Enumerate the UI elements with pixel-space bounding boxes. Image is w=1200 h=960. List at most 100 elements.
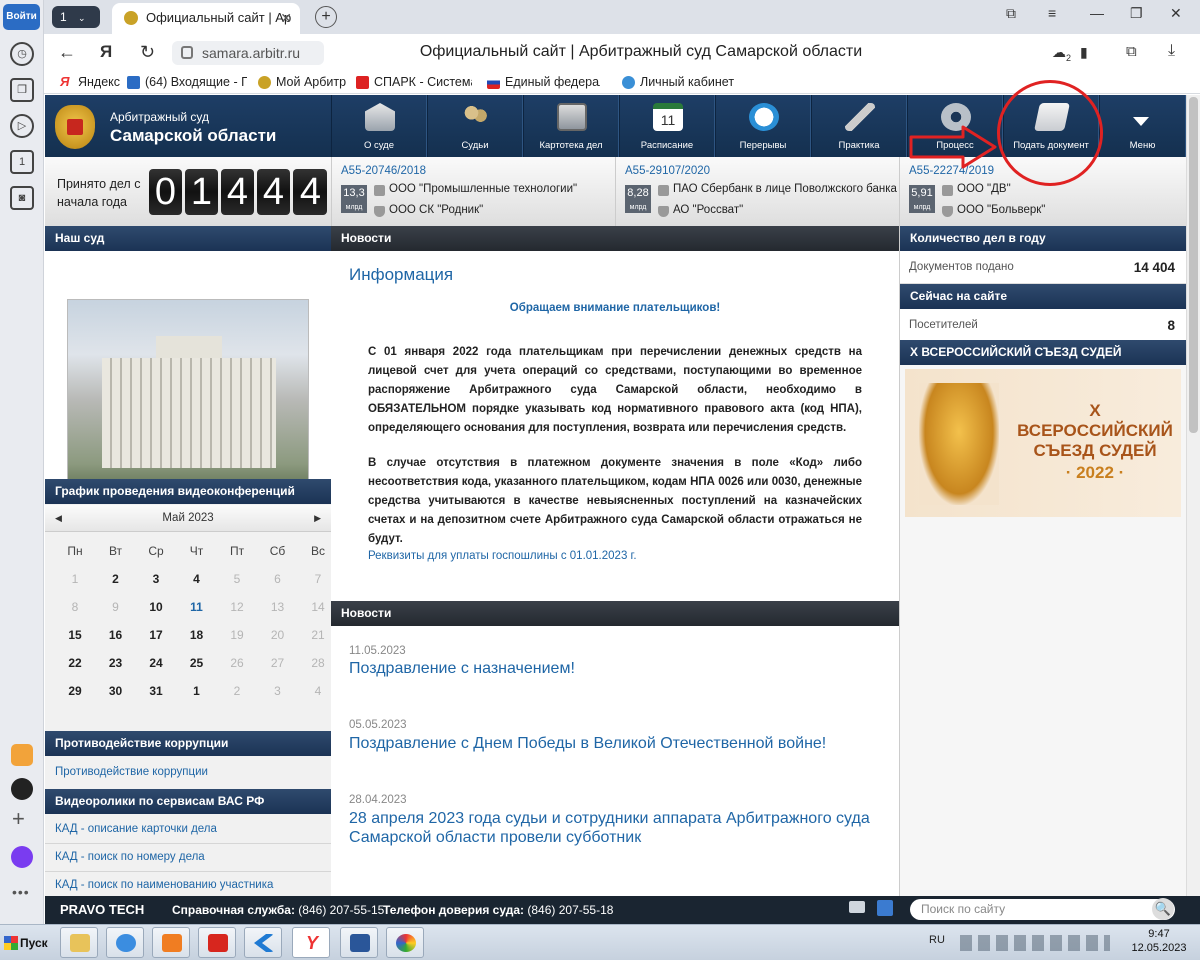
mail-icon[interactable] xyxy=(849,901,865,913)
close-tab-icon[interactable]: ✕ xyxy=(280,3,292,33)
site-name-line1[interactable]: Арбитражный суд xyxy=(110,110,209,124)
tabs-count-icon[interactable]: 1 xyxy=(10,150,34,174)
calendar-day[interactable]: 18 xyxy=(177,628,217,642)
nav-about[interactable]: О суде xyxy=(331,95,427,157)
calendar-day[interactable]: 10 xyxy=(136,600,176,614)
fee-details-link[interactable]: Реквизиты для уплаты госпошлины с 01.01.… xyxy=(368,550,637,562)
video-link[interactable]: КАД - поиск по номеру дела xyxy=(55,851,205,863)
new-tab-button[interactable]: + xyxy=(315,6,337,28)
search-icon[interactable]: 🔍 xyxy=(1152,898,1174,920)
calendar-day[interactable]: 17 xyxy=(136,628,176,642)
minimize-icon[interactable]: — xyxy=(1090,5,1104,21)
taskbar-word[interactable] xyxy=(340,927,378,958)
scrollbar-thumb[interactable] xyxy=(1189,97,1198,433)
tab-counter[interactable]: 1 ⌄ xyxy=(52,6,100,28)
nav-breaks[interactable]: Перерывы xyxy=(715,95,811,157)
taskbar-paint[interactable] xyxy=(386,927,424,958)
tray-icons[interactable] xyxy=(960,935,1110,951)
bookmark-federal[interactable]: Единый федерал xyxy=(487,75,600,89)
bookmark-mail[interactable]: (64) Входящие - Г xyxy=(127,75,247,89)
calendar-day[interactable]: 23 xyxy=(96,656,136,670)
calendar-day[interactable]: 30 xyxy=(96,684,136,698)
video-link[interactable]: КАД - описание карточки дела xyxy=(55,823,217,835)
taskbar-acrobat[interactable] xyxy=(198,927,236,958)
url-field[interactable]: samara.arbitr.ru xyxy=(172,41,324,65)
news-title[interactable]: Поздравление с Днем Победы в Великой Оте… xyxy=(349,734,889,753)
case-number[interactable]: А55-29107/2020 xyxy=(625,165,710,177)
collections-button-icon[interactable]: ⧉ xyxy=(1126,43,1137,60)
download-icon[interactable]: ⤓ xyxy=(1168,42,1175,60)
start-button[interactable]: Пуск xyxy=(2,930,52,956)
calendar-day[interactable]: 4 xyxy=(177,572,217,586)
calendar-day[interactable]: 29 xyxy=(55,684,95,698)
calendar-day[interactable]: 22 xyxy=(55,656,95,670)
news-title[interactable]: Поздравление с назначением! xyxy=(349,659,889,678)
nav-menu[interactable]: Меню xyxy=(1099,95,1186,157)
language-indicator[interactable]: RU xyxy=(929,934,945,946)
restore-icon[interactable]: ❐ xyxy=(1130,5,1143,22)
case-amount-unit: млрд xyxy=(345,204,363,211)
collections-icon[interactable]: ❐ xyxy=(10,78,34,102)
calendar-day: 19 xyxy=(230,628,244,642)
browser-menu-icon[interactable]: ≡ xyxy=(1048,5,1056,21)
calendar-day[interactable]: 31 xyxy=(136,684,176,698)
next-month-icon[interactable]: ▶ xyxy=(314,505,321,532)
yandex-logo-icon[interactable]: Я xyxy=(100,42,112,62)
page-scrollbar[interactable] xyxy=(1186,95,1200,896)
calendar-day[interactable]: 15 xyxy=(55,628,95,642)
login-button[interactable]: Войти xyxy=(3,4,40,30)
screenshot-icon[interactable]: ◙ xyxy=(10,186,34,210)
close-window-icon[interactable]: ✕ xyxy=(1170,5,1182,22)
calendar-day[interactable]: 3 xyxy=(136,572,176,586)
bookmark-my-arbitr[interactable]: Мой Арбитр xyxy=(258,75,346,89)
nav-practice[interactable]: Практика xyxy=(811,95,907,157)
history-icon[interactable]: ◷ xyxy=(10,42,34,66)
back-icon[interactable]: ← xyxy=(58,42,76,63)
pravotech-logo[interactable]: PRAVO TECH xyxy=(60,902,144,917)
alice-assistant-icon[interactable] xyxy=(11,846,33,868)
coat-of-arms-icon[interactable] xyxy=(55,105,95,149)
play-icon[interactable]: ▷ xyxy=(10,114,34,138)
video-link[interactable]: КАД - поиск по наименованию участника xyxy=(55,879,273,891)
nav-schedule[interactable]: 11 Расписание xyxy=(619,95,715,157)
calendar-day[interactable]: 24 xyxy=(136,656,176,670)
bookmark-manager-icon[interactable]: ⧉ xyxy=(1006,5,1016,22)
bookmark-cabinet[interactable]: Личный кабинет xyxy=(622,75,734,89)
defendant-name: АО "Россват" xyxy=(673,204,744,216)
extensions-icon[interactable]: ☁2 xyxy=(1052,44,1071,63)
calendar-day[interactable]: 11 xyxy=(177,600,217,614)
more-icon[interactable]: ••• xyxy=(12,884,30,900)
bookmark-yandex[interactable]: Я Яндекс xyxy=(60,74,120,89)
bookmark-spark[interactable]: СПАРК - Система xyxy=(356,75,472,89)
our-court-title[interactable]: Наш суд xyxy=(45,226,331,251)
bookmark-icon[interactable]: ▮ xyxy=(1080,44,1088,61)
messenger-app-icon[interactable] xyxy=(11,778,33,800)
nav-case-files[interactable]: Картотека дел xyxy=(523,95,619,157)
taskbar-explorer[interactable] xyxy=(60,927,98,958)
court-building-image[interactable] xyxy=(67,299,309,483)
taskbar-ie[interactable] xyxy=(106,927,144,958)
taskbar-kaspersky[interactable] xyxy=(244,927,282,958)
congress-banner[interactable]: X ВСЕРОССИЙСКИЙ СЪЕЗД СУДЕЙ · 2022 · xyxy=(905,369,1181,517)
calendar-day[interactable]: 25 xyxy=(177,656,217,670)
site-search-input[interactable]: Поиск по сайту xyxy=(910,899,1175,920)
system-clock[interactable]: 9:47 12.05.2023 xyxy=(1124,927,1194,955)
case-number[interactable]: А55-20746/2018 xyxy=(341,165,426,177)
news-title[interactable]: 28 апреля 2023 года судьи и сотрудники а… xyxy=(349,809,889,847)
taskbar-media[interactable] xyxy=(152,927,190,958)
corruption-link[interactable]: Противодействие коррупции xyxy=(55,766,208,778)
mail-app-icon[interactable] xyxy=(11,744,33,766)
site-name-line2[interactable]: Самарской области xyxy=(110,126,276,146)
active-tab[interactable]: Официальный сайт | Ар ✕ xyxy=(112,3,300,34)
translate-icon[interactable] xyxy=(877,900,893,916)
calendar-day[interactable]: 2 xyxy=(96,572,136,586)
taskbar-yandex-browser[interactable]: Y xyxy=(292,927,330,958)
case-card[interactable]: А55-29107/2020 8,28 млрд ПАО Сбербанк в л… xyxy=(615,157,899,226)
reload-icon[interactable]: ↻ xyxy=(140,42,155,63)
calendar-day[interactable]: 1 xyxy=(177,684,217,698)
case-card[interactable]: А55-20746/2018 13,3 млрд ООО "Промышленны… xyxy=(331,157,615,226)
nav-judges[interactable]: Судьи xyxy=(427,95,523,157)
calendar-day[interactable]: 16 xyxy=(96,628,136,642)
prev-month-icon[interactable]: ◀ xyxy=(55,505,62,532)
add-panel-icon[interactable]: + xyxy=(12,806,25,832)
